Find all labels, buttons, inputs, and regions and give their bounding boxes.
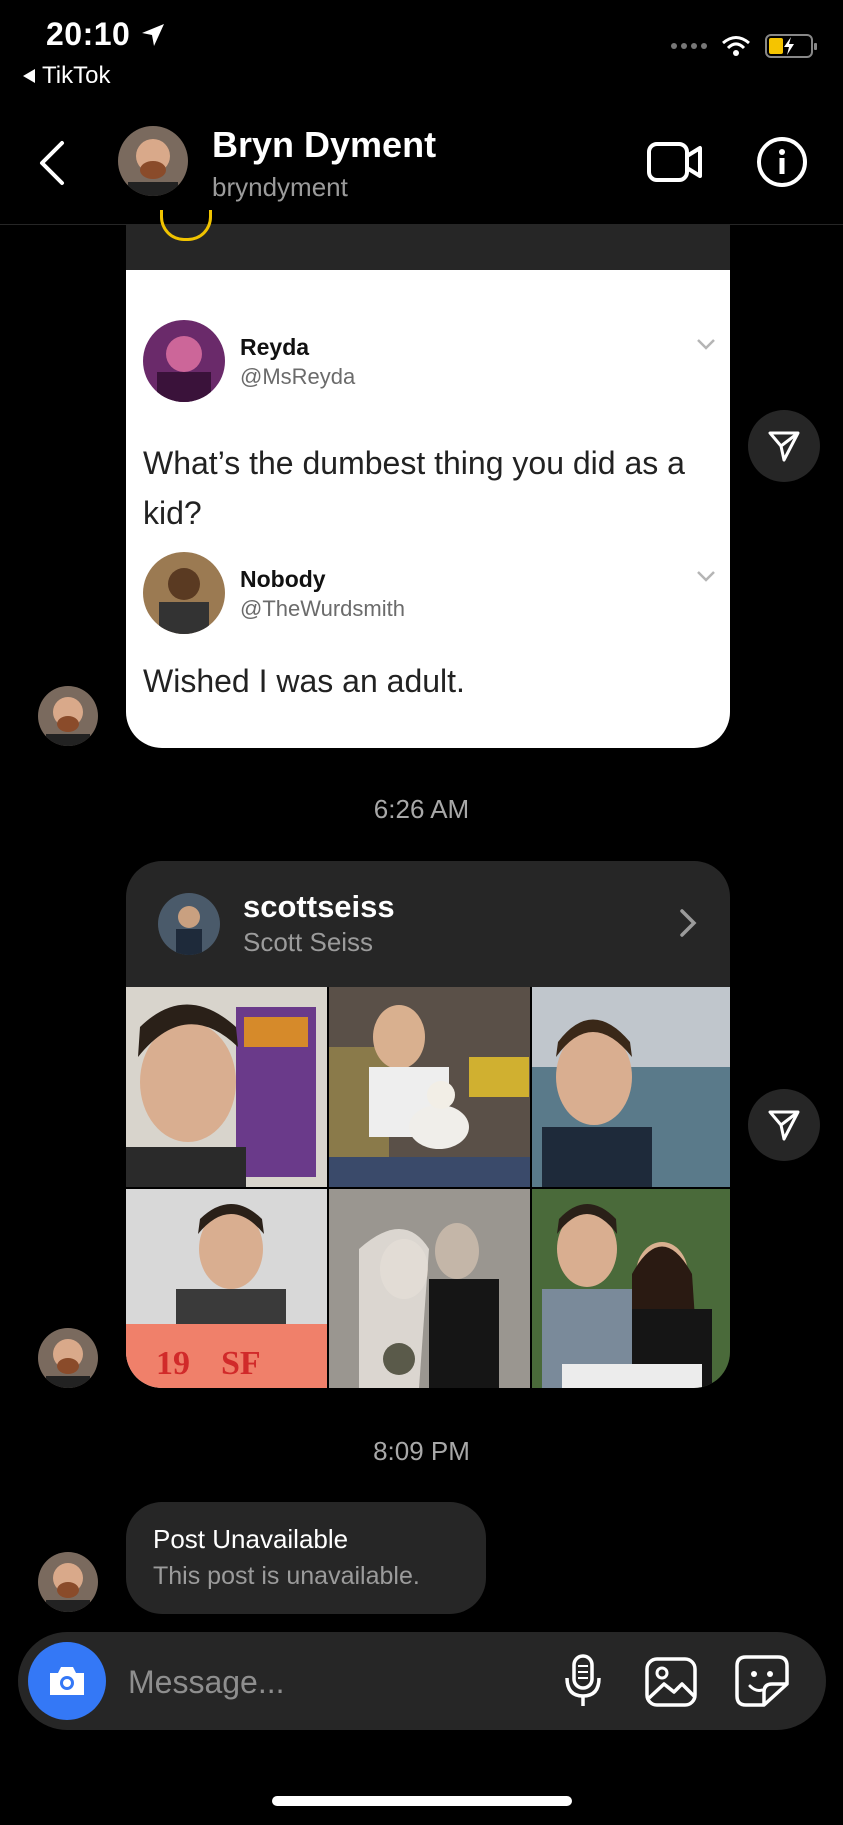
tweet-reply-text: Wished I was an adult. [143, 663, 465, 699]
grid-photo[interactable]: 19 SF [126, 1189, 327, 1388]
tweet-reply-handle: @TheWurdsmith [240, 596, 405, 621]
unavailable-subtitle: This post is unavailable. [153, 1562, 420, 1590]
back-triangle-icon [23, 69, 35, 83]
message-composer [18, 1632, 826, 1730]
sticker-icon[interactable] [734, 1654, 790, 1708]
shared-tweet-card[interactable]: Reyda @MsReyda What’s the dumbest thing … [126, 270, 730, 748]
share-button[interactable] [748, 410, 820, 482]
grid-photo[interactable] [329, 1189, 530, 1388]
signal-dots-icon [671, 43, 707, 49]
unavailable-title: Post Unavailable [153, 1524, 349, 1554]
tweet-reply-name: Nobody [240, 566, 326, 592]
grid-photo[interactable] [532, 1189, 730, 1388]
shared-post-header[interactable] [126, 210, 730, 270]
avatar[interactable] [38, 686, 98, 746]
chevron-right-icon [680, 909, 697, 937]
grid-photo[interactable] [126, 987, 327, 1187]
camera-icon [50, 1667, 84, 1695]
shared-profile-fullname: Scott Seiss [243, 927, 374, 957]
grid-photo[interactable] [329, 987, 530, 1187]
chevron-down-icon [697, 571, 715, 582]
status-indicators [671, 34, 817, 58]
avatar[interactable] [38, 1328, 98, 1388]
battery-icon [765, 34, 817, 58]
tweet-author-avatar [143, 320, 225, 402]
grid-photo[interactable] [532, 987, 730, 1187]
message-input[interactable] [126, 1654, 470, 1710]
wifi-icon [722, 36, 750, 56]
gallery-icon[interactable] [644, 1656, 698, 1708]
send-icon [768, 431, 800, 462]
tweet-author-handle: @MsReyda [240, 364, 356, 389]
video-call-icon[interactable] [646, 138, 704, 186]
location-arrow-icon [142, 24, 164, 46]
back-chevron-icon[interactable] [38, 140, 66, 186]
back-app-label: TikTok [42, 62, 111, 89]
contact-name[interactable]: Bryn Dyment [212, 124, 436, 166]
camera-button[interactable] [28, 1642, 106, 1720]
info-icon[interactable] [756, 136, 808, 188]
microphone-icon[interactable] [563, 1654, 603, 1708]
share-button[interactable] [748, 1089, 820, 1161]
avatar[interactable] [118, 126, 188, 196]
tweet-text: What’s the dumbest thing you did as a ki… [143, 445, 685, 531]
chevron-down-icon [697, 339, 715, 350]
contact-username: bryndyment [212, 172, 348, 202]
timestamp: 8:09 PM [373, 1436, 470, 1466]
timestamp: 6:26 AM [373, 794, 470, 824]
shared-profile-username: scottseiss [243, 889, 395, 924]
tweet-author-name: Reyda [240, 334, 310, 360]
shared-profile-avatar [158, 893, 220, 955]
tweet-reply-avatar [143, 552, 225, 634]
avatar[interactable] [38, 1552, 98, 1612]
status-time: 20:10 [46, 16, 131, 52]
shared-profile-card[interactable]: scottseiss Scott Seiss 19 SF [126, 861, 730, 1388]
send-icon [768, 1110, 800, 1141]
unavailable-post-bubble[interactable]: Post Unavailable This post is unavailabl… [126, 1502, 486, 1614]
home-indicator[interactable] [272, 1796, 572, 1806]
svg-text:SF: SF [221, 1345, 261, 1382]
back-to-app-link[interactable]: TikTok [22, 62, 110, 90]
svg-text:19: 19 [156, 1345, 190, 1382]
profile-photo-grid: 19 SF [126, 987, 730, 1388]
